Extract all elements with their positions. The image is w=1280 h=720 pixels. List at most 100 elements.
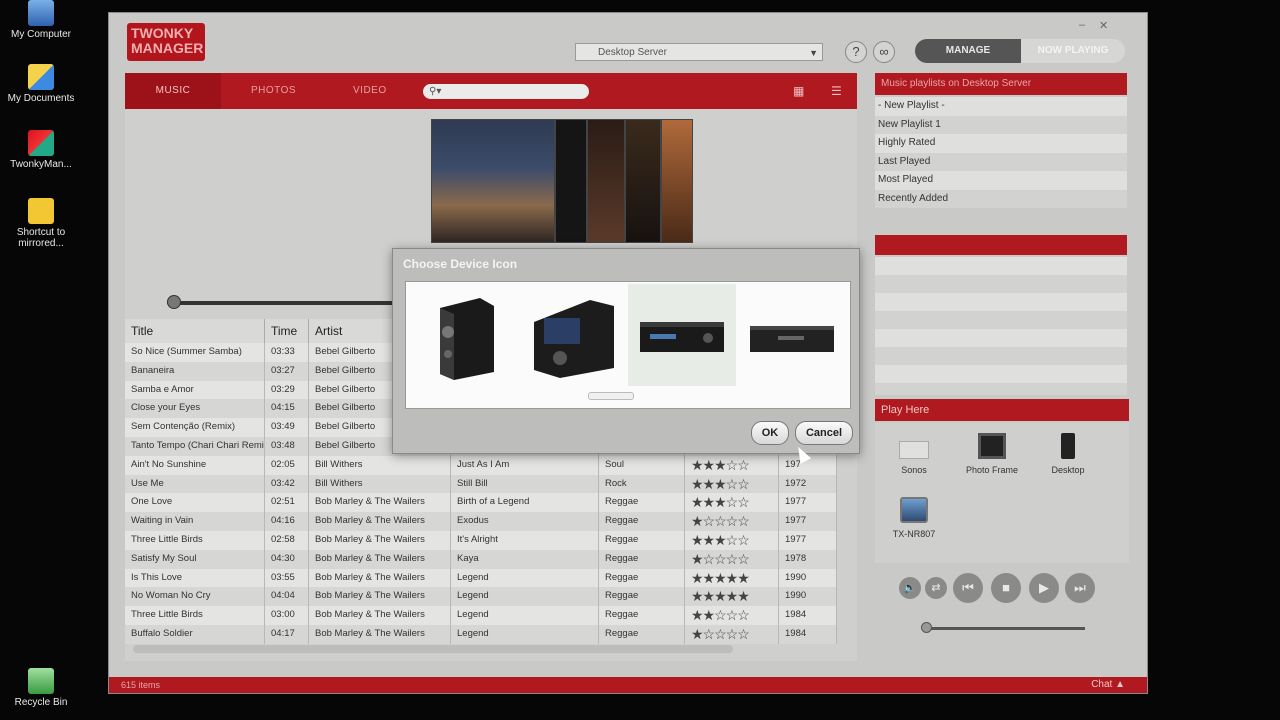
playlist-item[interactable]: Highly Rated bbox=[875, 134, 1127, 153]
table-row[interactable]: No Woman No Cry 04:04 Bob Marley & The Wai… bbox=[125, 587, 837, 607]
table-row[interactable]: Satisfy My Soul 04:30 Bob Marley & The Wai… bbox=[125, 549, 837, 569]
table-row[interactable]: Waiting in Vain 04:16 Bob Marley & The Wai… bbox=[125, 512, 837, 531]
volume-slider[interactable] bbox=[925, 627, 1085, 630]
receiver-device-icon bbox=[900, 497, 928, 523]
playlist-item[interactable]: Last Played bbox=[875, 152, 1127, 171]
playlist-contents bbox=[875, 257, 1127, 395]
help-icon[interactable]: ? bbox=[845, 41, 867, 63]
track-rating[interactable]: ★★★★★ bbox=[685, 587, 779, 607]
track-rating[interactable]: ★☆☆☆☆ bbox=[685, 549, 779, 569]
track-rating[interactable]: ★★☆☆☆ bbox=[685, 606, 779, 625]
play-button[interactable]: ▶ bbox=[1029, 573, 1059, 603]
mode-now-playing-button[interactable]: NOW PLAYING bbox=[1021, 39, 1125, 63]
horizontal-scrollbar[interactable] bbox=[133, 645, 733, 653]
search-input[interactable]: ⚲▾ bbox=[423, 84, 589, 99]
coverflow-slider[interactable] bbox=[167, 301, 397, 305]
table-row[interactable]: Use Me 03:42 Bill Withers Still Bill Rock 197… bbox=[125, 474, 837, 494]
playlist-item[interactable]: New Playlist 1 bbox=[875, 115, 1127, 134]
device-sonos[interactable]: Sonos bbox=[879, 433, 949, 475]
track-title: Is This Love bbox=[125, 568, 265, 588]
volume-icon[interactable]: 🔈 bbox=[899, 577, 921, 599]
track-album: Exodus bbox=[451, 512, 599, 531]
track-time: 03:49 bbox=[265, 418, 309, 437]
album-cover[interactable] bbox=[587, 119, 625, 243]
track-title: Buffalo Soldier bbox=[125, 624, 265, 644]
track-rating[interactable]: ★★★☆☆ bbox=[685, 474, 779, 494]
track-title: Bananeira bbox=[125, 361, 265, 381]
minimize-button[interactable]: – bbox=[1079, 19, 1085, 31]
track-rating[interactable]: ★☆☆☆☆ bbox=[685, 624, 779, 644]
ok-button[interactable]: OK bbox=[751, 421, 789, 445]
device-option-player[interactable] bbox=[738, 284, 846, 386]
media-tab-bar: MUSIC PHOTOS VIDEO ⚲▾ ▦ ☰ bbox=[125, 73, 857, 109]
track-rating[interactable]: ★★★★★ bbox=[685, 568, 779, 588]
previous-button[interactable]: ⏮ bbox=[953, 573, 983, 603]
player-device-icon bbox=[750, 326, 834, 352]
tab-music[interactable]: MUSIC bbox=[125, 73, 221, 109]
device-option-speaker[interactable] bbox=[410, 284, 518, 386]
playback-controls: 🔈 ⇄ ⏮ ■ ▶ ⏭ bbox=[895, 573, 1115, 607]
table-row[interactable]: Buffalo Soldier 04:17 Bob Marley & The Wai… bbox=[125, 624, 837, 644]
playlist-item[interactable]: Recently Added bbox=[875, 189, 1127, 208]
link-icon[interactable]: ∞ bbox=[873, 41, 895, 63]
track-genre: Reggae bbox=[599, 587, 685, 607]
app-logo: TWONKY MANAGER bbox=[127, 23, 205, 61]
server-select[interactable]: Desktop Server ▼ bbox=[575, 43, 823, 61]
track-time: 03:29 bbox=[265, 380, 309, 400]
close-button[interactable]: ✕ bbox=[1099, 19, 1108, 32]
desktop-icon-recycle-bin[interactable]: Recycle Bin bbox=[6, 668, 76, 708]
icon-strip-scrollbar[interactable] bbox=[588, 392, 634, 400]
track-rating[interactable]: ★☆☆☆☆ bbox=[685, 512, 779, 531]
tab-video[interactable]: VIDEO bbox=[353, 73, 387, 109]
table-row[interactable]: One Love 02:51 Bob Marley & The Wailers Bir… bbox=[125, 493, 837, 513]
recycle-bin-icon bbox=[28, 668, 54, 694]
list-view-icon[interactable]: ☰ bbox=[831, 85, 845, 97]
desktop-icon-my-documents[interactable]: My Documents bbox=[6, 64, 76, 104]
album-cover-main[interactable] bbox=[431, 119, 555, 243]
track-time: 03:27 bbox=[265, 361, 309, 381]
track-time: 03:55 bbox=[265, 568, 309, 588]
volume-slider-thumb[interactable] bbox=[921, 622, 932, 633]
table-row[interactable]: Is This Love 03:55 Bob Marley & The Wailer… bbox=[125, 568, 837, 588]
desktop-icon-my-computer[interactable]: My Computer bbox=[6, 0, 76, 40]
stop-button[interactable]: ■ bbox=[991, 573, 1021, 603]
track-time: 04:15 bbox=[265, 399, 309, 419]
track-rating[interactable]: ★★★☆☆ bbox=[685, 455, 779, 475]
playlist-item[interactable]: Most Played bbox=[875, 171, 1127, 190]
coverflow-slider-thumb[interactable] bbox=[167, 295, 181, 309]
track-genre: Soul bbox=[599, 455, 685, 475]
tab-photos[interactable]: PHOTOS bbox=[251, 73, 296, 109]
desktop-icon-twonky[interactable]: TwonkyMan... bbox=[6, 130, 76, 170]
table-row[interactable]: Three Little Birds 02:58 Bob Marley & The … bbox=[125, 530, 837, 550]
table-row[interactable]: Three Little Birds 03:00 Bob Marley & The … bbox=[125, 606, 837, 625]
play-here-header: Play Here bbox=[875, 399, 1129, 421]
next-button[interactable]: ⏭ bbox=[1065, 573, 1095, 603]
album-cover[interactable] bbox=[625, 119, 661, 243]
column-time[interactable]: Time bbox=[265, 319, 309, 343]
track-album: Legend bbox=[451, 568, 599, 588]
track-year: 1984 bbox=[779, 606, 837, 625]
track-rating[interactable]: ★★★☆☆ bbox=[685, 493, 779, 513]
track-rating[interactable]: ★★★☆☆ bbox=[685, 530, 779, 550]
device-photo-frame[interactable]: Photo Frame bbox=[957, 433, 1027, 475]
device-icon-strip bbox=[405, 281, 851, 409]
device-tx-nr807[interactable]: TX-NR807 bbox=[879, 497, 949, 539]
column-title[interactable]: Title bbox=[125, 319, 265, 343]
album-cover[interactable] bbox=[555, 119, 587, 243]
track-artist: Bob Marley & The Wailers bbox=[309, 512, 451, 531]
device-option-receiver[interactable] bbox=[628, 284, 736, 386]
desktop-icon-shortcut[interactable]: Shortcut to mirrored... bbox=[6, 198, 76, 249]
track-year: 1990 bbox=[779, 587, 837, 607]
table-row[interactable]: Ain't No Sunshine 02:05 Bill Withers Just A… bbox=[125, 455, 837, 475]
repeat-icon[interactable]: ⇄ bbox=[925, 577, 947, 599]
track-album: Kaya bbox=[451, 549, 599, 569]
device-desktop[interactable]: Desktop bbox=[1033, 433, 1103, 475]
chat-button[interactable]: Chat ▲ bbox=[1091, 677, 1125, 693]
mode-manage-button[interactable]: MANAGE bbox=[915, 39, 1021, 63]
playlist-item[interactable]: - New Playlist - bbox=[875, 97, 1127, 116]
choose-device-icon-dialog: Choose Device Icon OK Cancel bbox=[392, 248, 860, 454]
cancel-button[interactable]: Cancel bbox=[795, 421, 853, 445]
grid-view-icon[interactable]: ▦ bbox=[793, 85, 807, 97]
device-option-dock[interactable] bbox=[520, 284, 628, 386]
album-cover[interactable] bbox=[661, 119, 693, 243]
